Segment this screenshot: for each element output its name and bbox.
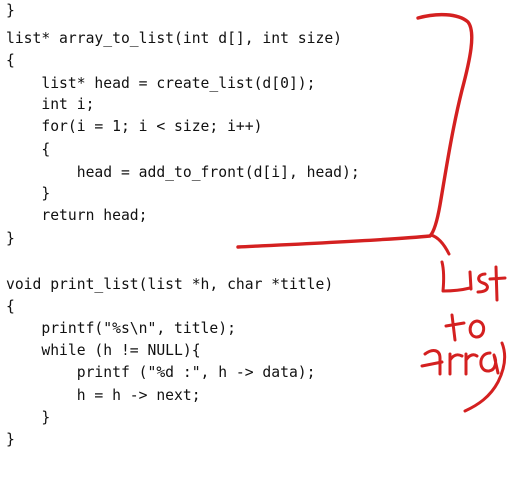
code-line: h = h -> next; [6, 387, 201, 404]
code-line: } [6, 431, 15, 448]
code-line: printf("%s\n", title); [6, 320, 236, 337]
code-line: } [6, 185, 51, 202]
code-line: } [6, 230, 15, 247]
code-line: list* array_to_list(int d[], int size) [6, 30, 343, 47]
code-line: for(i = 1; i < size; i++) [6, 118, 263, 135]
code-line: { [6, 141, 51, 158]
code-line: { [6, 298, 15, 315]
code-line: while (h != NULL){ [6, 342, 201, 359]
code-line: { [6, 52, 15, 69]
code-line: return head; [6, 207, 148, 224]
code-line: int i; [6, 96, 95, 113]
code-line: void print_list(list *h, char *title) [6, 276, 334, 293]
code-editor: } list* array_to_list(int d[], int size)… [0, 0, 513, 495]
code-line: head = add_to_front(d[i], head); [6, 164, 360, 181]
code-line: } [6, 409, 51, 426]
code-line: } [6, 2, 15, 19]
code-line: list* head = create_list(d[0]); [6, 75, 316, 92]
code-line: printf ("%d :", h -> data); [6, 364, 316, 381]
